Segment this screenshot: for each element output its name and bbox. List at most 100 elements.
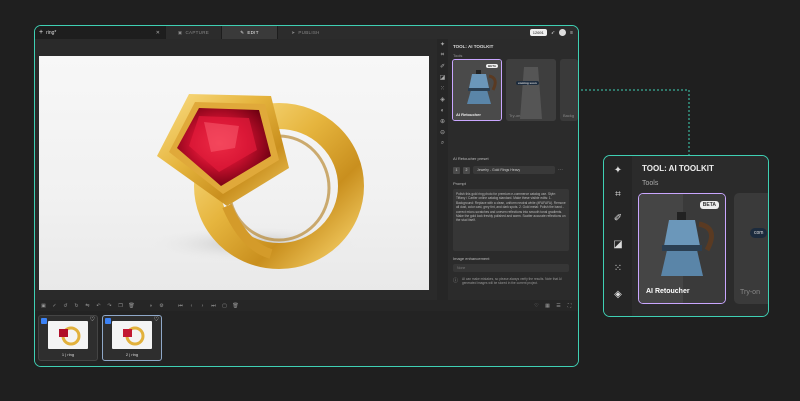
filmstrip-frame[interactable]: ♡ 2 | ring: [102, 315, 162, 361]
prev-icon[interactable]: ‹: [188, 303, 195, 309]
zoom-coming-soon-pill: com: [750, 228, 768, 238]
last-icon[interactable]: ⏭: [210, 303, 217, 309]
zoom-tools-label: Tools: [642, 180, 659, 187]
product-photo: [39, 56, 429, 290]
dots-icon[interactable]: ⁙: [437, 83, 448, 94]
filmstrip-frame[interactable]: ♡ 1 | ring: [38, 315, 98, 361]
prompt-textarea[interactable]: Polish this gold ring photo for premium …: [453, 189, 569, 251]
preset-label: AI Retoucher preset: [453, 156, 489, 161]
preset-select[interactable]: Jewelry - Gold Rings Heavy: [473, 166, 555, 174]
sparkle-icon[interactable]: ✦: [437, 39, 448, 50]
checkbox[interactable]: [41, 318, 47, 324]
tool-card-label: Backg: [563, 113, 575, 118]
preset-prev-button[interactable]: 1: [453, 166, 460, 174]
heart-icon[interactable]: ♡: [154, 316, 159, 323]
preset-next-button[interactable]: 2: [463, 166, 470, 174]
ai-toolkit-panel: TOOL: AI TOOLKIT Tools BETA AI Retoucher: [448, 39, 578, 313]
first-icon[interactable]: ⏮: [177, 303, 184, 309]
tab-publish[interactable]: ➤ PUBLISH: [277, 26, 333, 39]
rotate-right-icon[interactable]: ↻: [73, 303, 80, 309]
credits-badge[interactable]: 12691: [529, 29, 547, 36]
checkbox[interactable]: [105, 318, 111, 324]
fullscreen-icon[interactable]: ⛶: [566, 303, 573, 309]
info-icon: ⓘ: [453, 278, 459, 284]
avatar[interactable]: [559, 29, 567, 36]
menu-icon[interactable]: ≡: [570, 30, 573, 36]
zoom-card-ai-retoucher: BETA AI Retoucher: [638, 193, 726, 304]
ring-thumbnail: [123, 326, 145, 346]
frame-thumbnail: [112, 321, 152, 349]
ring-thumbnail: [59, 326, 81, 346]
delete-icon[interactable]: 🗑: [232, 303, 239, 309]
next-icon[interactable]: ›: [199, 303, 206, 309]
settings-icon[interactable]: ⚙: [158, 303, 165, 309]
preset-row: 1 2 Jewelry - Gold Rings Heavy ⋯: [453, 166, 563, 174]
heart-icon[interactable]: ♡: [90, 316, 95, 323]
file-tab[interactable]: + ring* ✕: [35, 26, 165, 39]
select-all-icon[interactable]: ▢: [221, 303, 228, 309]
camera-icon: ▣: [177, 29, 183, 35]
tool-cards: BETA AI Retoucher coming soon Try-on Bac…: [452, 59, 578, 121]
prompt-label: Prompt: [453, 181, 466, 186]
compare-icon[interactable]: ◑: [147, 303, 154, 309]
topbar-right: 12691 ➶ ≡: [529, 29, 578, 36]
trash-icon[interactable]: 🗑: [128, 303, 135, 309]
tab-edit[interactable]: ✎ EDIT: [221, 26, 277, 39]
fill-icon[interactable]: ◈: [437, 94, 448, 105]
app-window: + ring* ✕ ▣ CAPTURE ✎ EDIT ➤ PUBLISH 126…: [34, 25, 579, 367]
redo-icon[interactable]: ↷: [106, 303, 113, 309]
zoom-icon[interactable]: ⊕: [437, 116, 448, 127]
try-on-preview: [506, 59, 556, 121]
check-icon[interactable]: ✓: [51, 303, 58, 309]
tool-card-background[interactable]: Backg: [560, 59, 578, 121]
image-icon[interactable]: ▣: [40, 303, 47, 309]
bottom-toolbar: ▣ ✓ ↺ ↻ ⇋ ↶ ↷ ❐ 🗑 ◑ ⚙ ⏮ ‹ › ⏭ ▢ 🗑 ♡ ▦ ☰ …: [35, 300, 578, 311]
tool-card-label: Try-on: [509, 113, 521, 118]
crop-icon: ⌗: [615, 188, 621, 200]
brush-icon[interactable]: ✐: [437, 61, 448, 72]
filmstrip: ♡ 1 | ring ♡ 2 | ring: [35, 311, 578, 366]
tools-label: Tools: [453, 53, 463, 58]
tool-card-ai-retoucher[interactable]: BETA AI Retoucher: [452, 59, 502, 121]
tab-capture[interactable]: ▣ CAPTURE: [165, 26, 221, 39]
more-icon[interactable]: ⋯: [558, 167, 563, 173]
flip-icon[interactable]: ⇋: [84, 303, 91, 309]
frame-caption: 1 | ring: [61, 352, 75, 357]
sparkle-icon: ✦: [613, 164, 623, 176]
file-tab-label: ring*: [46, 29, 57, 36]
enhancement-select[interactable]: None: [453, 264, 569, 272]
rocket-icon[interactable]: ➶: [551, 30, 555, 36]
close-icon[interactable]: ✕: [156, 30, 160, 36]
zoom-card2-label: Try-on: [740, 289, 760, 296]
ring-image: [149, 94, 364, 269]
coming-soon-badge: coming soon: [516, 81, 539, 85]
disclaimer-note: AI can make mistakes, so please always v…: [462, 277, 562, 286]
beta-badge: BETA: [486, 64, 498, 68]
tab-capture-label: CAPTURE: [185, 30, 210, 35]
brush-icon: ✐: [613, 212, 623, 224]
list-icon[interactable]: ☰: [555, 303, 562, 309]
tool-column: ✦ ⌗ ✐ ◪ ⁙ ◈ ◐ ⊕ ⊖ ⌕: [437, 39, 448, 313]
zoom-callout: ✦ ⌗ ✐ ◪ ⁙ ◈ TOOL: AI TOOLKIT Tools BETA …: [603, 155, 769, 317]
zoom-card-try-on: com Try-on: [734, 193, 768, 304]
undo-icon[interactable]: ↶: [95, 303, 102, 309]
zoom-out-icon[interactable]: ⊖: [437, 127, 448, 138]
zoom-beta-badge: BETA: [699, 201, 719, 209]
edit-icon: ✎: [240, 29, 245, 35]
search-icon[interactable]: ⌕: [437, 138, 448, 149]
eraser-icon[interactable]: ◪: [437, 72, 448, 83]
zoom-tool-column: ✦ ⌗ ✐ ◪ ⁙ ◈: [604, 156, 632, 316]
tool-card-try-on[interactable]: coming soon Try-on: [506, 59, 556, 121]
favorite-icon[interactable]: ♡: [533, 303, 540, 309]
frame-thumbnail: [48, 321, 88, 349]
send-icon: ➤: [291, 29, 296, 35]
panel-title: TOOL: AI TOOLKIT: [453, 44, 494, 49]
rotate-left-icon[interactable]: ↺: [62, 303, 69, 309]
adjust-icon[interactable]: ◐: [437, 105, 448, 116]
grid-icon[interactable]: ▦: [544, 303, 551, 309]
crop-icon[interactable]: ⌗: [437, 50, 448, 61]
copy-icon[interactable]: ❐: [117, 303, 124, 309]
plus-icon[interactable]: +: [39, 29, 43, 36]
eraser-icon: ◪: [613, 238, 623, 250]
zoom-panel: TOOL: AI TOOLKIT Tools BETA AI Retoucher…: [632, 156, 768, 316]
